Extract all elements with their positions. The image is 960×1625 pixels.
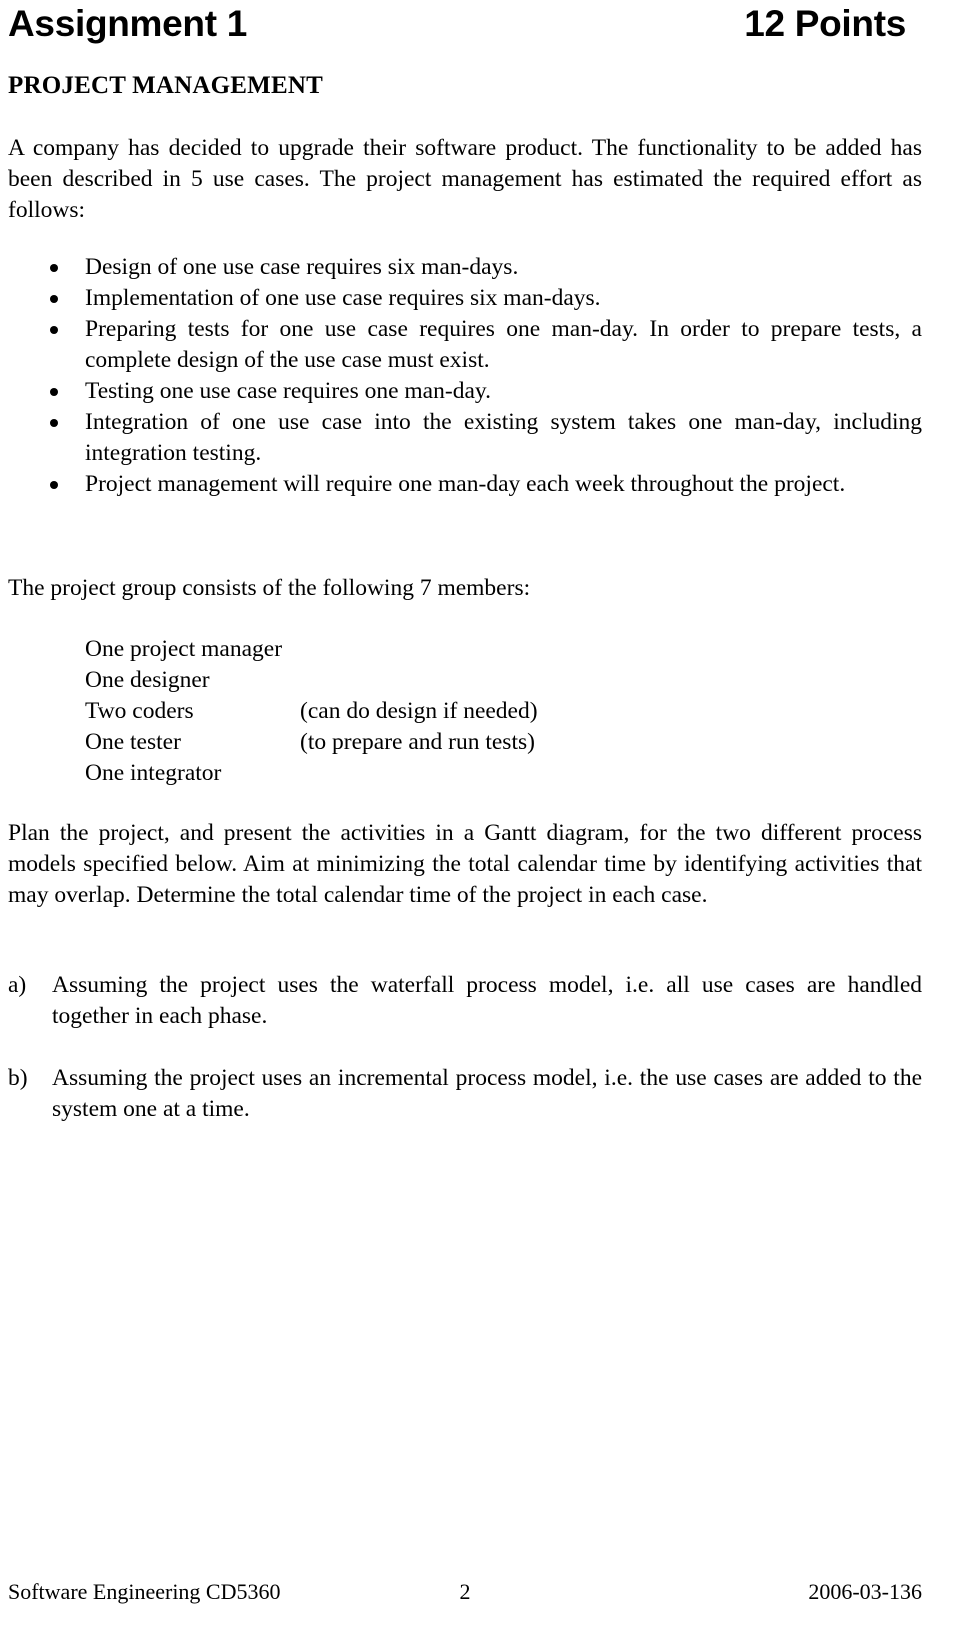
bullet-text: Implementation of one use case requires … <box>85 285 601 311</box>
bullet-text: Testing one use case requires one man-da… <box>85 378 491 404</box>
item-marker: b) <box>8 1065 28 1091</box>
lettered-items-list: a) Assuming the project uses the waterfa… <box>8 970 922 1156</box>
intro-block: A company has decided to upgrade their s… <box>8 133 922 226</box>
points-label: 12 Points <box>744 3 906 44</box>
member-role: One project manager <box>85 636 283 662</box>
list-item: Testing one use case requires one man-da… <box>8 376 922 407</box>
bullet-icon <box>50 388 58 396</box>
list-item: Integration of one use case into the exi… <box>8 407 922 469</box>
item-text: Assuming the project uses the waterfall … <box>52 972 922 1029</box>
footer-page-number: 2 <box>459 1579 471 1604</box>
bullet-text: Project management will require one man-… <box>85 471 846 497</box>
list-item: Preparing tests for one use case require… <box>8 314 922 376</box>
list-item: a) Assuming the project uses the waterfa… <box>8 970 922 1032</box>
bullet-icon <box>50 295 58 303</box>
bullet-icon <box>50 481 58 489</box>
member-role: One integrator <box>85 760 222 786</box>
bullet-text: Design of one use case requires six man-… <box>85 254 519 280</box>
section-heading: PROJECT MANAGEMENT <box>8 72 323 99</box>
bullet-icon <box>50 326 58 334</box>
member-note: (to prepare and run tests) <box>300 729 535 755</box>
member-role: Two coders <box>85 698 194 724</box>
plan-block: Plan the project, and present the activi… <box>8 818 922 911</box>
table-row: One designer <box>85 665 538 696</box>
group-intro-paragraph: The project group consists of the follow… <box>8 575 531 601</box>
bullet-icon <box>50 264 58 272</box>
member-note <box>300 665 538 696</box>
list-item: Design of one use case requires six man-… <box>8 252 922 283</box>
assignment-title: Assignment 1 <box>8 3 248 44</box>
bullet-text: Preparing tests for one use case require… <box>85 316 922 373</box>
item-marker: a) <box>8 972 27 998</box>
bullet-icon <box>50 419 58 427</box>
list-item: b) Assuming the project uses an incremen… <box>8 1063 922 1125</box>
list-item: Project management will require one man-… <box>8 469 922 500</box>
plan-paragraph: Plan the project, and present the activi… <box>8 820 922 908</box>
bullet-text: Integration of one use case into the exi… <box>85 409 922 466</box>
member-note <box>300 634 538 665</box>
list-item: Implementation of one use case requires … <box>8 283 922 314</box>
intro-paragraph: A company has decided to upgrade their s… <box>8 135 922 223</box>
member-note <box>300 758 538 789</box>
item-text: Assuming the project uses an incremental… <box>52 1065 922 1122</box>
effort-bullet-list: Design of one use case requires six man-… <box>8 252 922 500</box>
document-page: Assignment 1 12 Points PROJECT MANAGEMEN… <box>0 0 960 1625</box>
table-row: One tester (to prepare and run tests) <box>85 727 538 758</box>
member-note: (can do design if needed) <box>300 698 538 724</box>
page-footer: Software Engineering CD5360 2 2006-03-13… <box>8 1578 922 1606</box>
table-row: Two coders (can do design if needed) <box>85 696 538 727</box>
member-role: One designer <box>85 667 210 693</box>
group-intro-block: The project group consists of the follow… <box>8 573 922 604</box>
table-row: One project manager <box>85 634 538 665</box>
member-role: One tester <box>85 729 181 755</box>
project-members-table: One project manager One designer Two cod… <box>85 634 538 789</box>
table-row: One integrator <box>85 758 538 789</box>
page-header: Assignment 1 12 Points <box>8 2 910 48</box>
